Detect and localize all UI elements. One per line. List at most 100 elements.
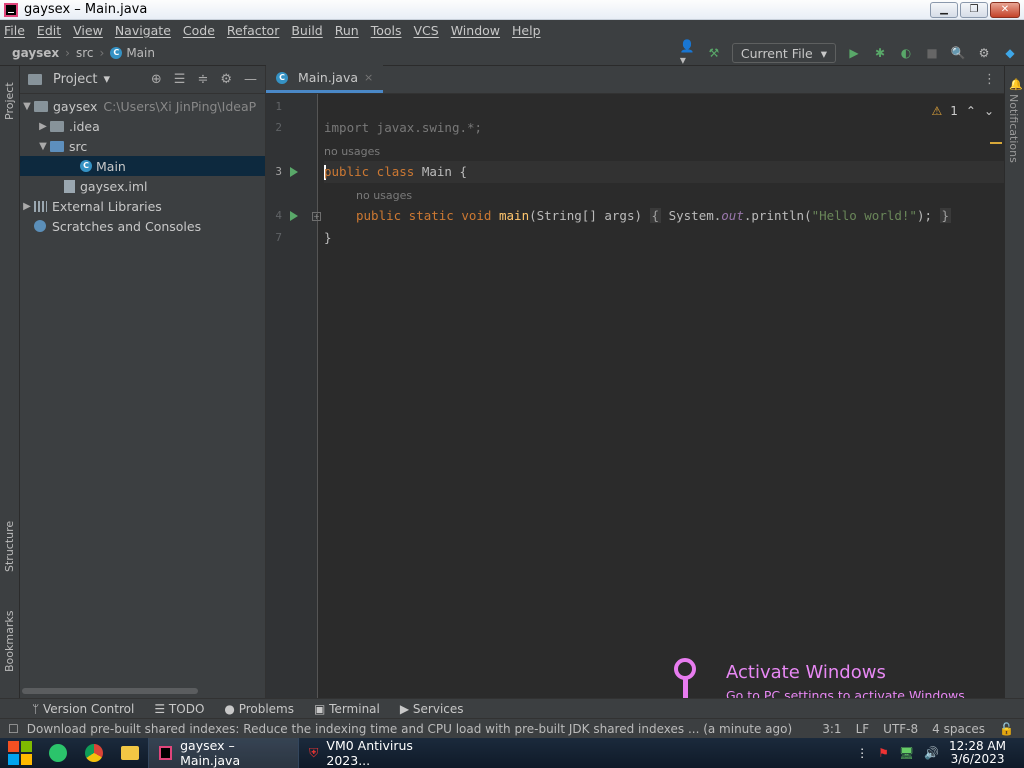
usage-hint[interactable]: no usages (356, 189, 412, 202)
hide-minus-icon[interactable]: — (244, 72, 257, 87)
menu-refactor[interactable]: Refactor (227, 23, 279, 38)
search-icon[interactable]: 🔍 (950, 45, 966, 61)
problems-tool[interactable]: ● Problems (224, 702, 294, 716)
todo-tool[interactable]: ☰ TODO (154, 702, 204, 716)
module-file-icon (64, 179, 75, 193)
chrome-icon[interactable] (76, 738, 112, 768)
file-encoding[interactable]: UTF-8 (883, 722, 918, 736)
fold-expand-icon[interactable]: + (312, 212, 321, 221)
coverage-icon[interactable]: ◐ (898, 45, 914, 61)
menu-window[interactable]: Window (451, 23, 500, 38)
more-vertical-icon[interactable]: ⋮ (856, 746, 868, 760)
bookmarks-tool-tab[interactable]: Bookmarks (3, 611, 16, 672)
chevron-down-icon[interactable]: ▼ (36, 141, 50, 152)
tree-item-idea[interactable]: ▶ .idea (20, 116, 265, 136)
more-vertical-icon[interactable]: ⋮ (975, 72, 1004, 93)
breadcrumb-separator: › (99, 45, 105, 60)
window-controls: ▁ ❐ ✕ (930, 2, 1020, 18)
run-gutter-icon[interactable] (290, 167, 298, 177)
chevron-down-icon[interactable]: ▾ (103, 72, 110, 87)
menu-navigate[interactable]: Navigate (115, 23, 171, 38)
collapse-all-icon[interactable]: ≑ (197, 72, 208, 87)
close-tab-icon[interactable]: × (364, 71, 373, 84)
user-icon[interactable]: 👤▾ (680, 39, 696, 67)
close-button[interactable]: ✕ (990, 2, 1020, 18)
stop-icon[interactable]: ■ (924, 45, 940, 61)
chevron-down-icon[interactable]: ▼ (20, 101, 34, 112)
inspection-widget[interactable]: ⚠ 1 ⌃ ⌄ (931, 104, 994, 118)
breadcrumb-project[interactable]: gaysex (12, 46, 59, 60)
usage-hint[interactable]: no usages (324, 145, 380, 158)
tree-item-src[interactable]: ▼ src (20, 136, 265, 156)
activate-title: Activate Windows (726, 662, 886, 683)
tree-item-scratches[interactable]: Scratches and Consoles (20, 216, 265, 236)
chevron-right-icon[interactable]: ▶ (36, 121, 50, 132)
caret-position[interactable]: 3:1 (822, 722, 841, 736)
volume-icon[interactable]: 🔊 (924, 746, 939, 760)
app-green-icon[interactable] (40, 738, 76, 768)
lock-icon[interactable]: 🔓 (999, 722, 1014, 736)
tree-item-iml[interactable]: gaysex.iml (20, 176, 265, 196)
minimize-button[interactable]: ▁ (930, 2, 958, 18)
line-separator[interactable]: LF (856, 722, 870, 736)
run-configuration-dropdown[interactable]: Current File ▾ (731, 43, 836, 63)
file-explorer-icon[interactable] (112, 738, 148, 768)
breadcrumb-file[interactable]: Main (126, 46, 155, 60)
locate-target-icon[interactable]: ⊕ (151, 72, 162, 87)
flag-icon[interactable]: ⚑ (878, 746, 889, 760)
run-gutter-icon[interactable] (290, 211, 298, 221)
main-toolbar: 👤▾ ⚒ Current File ▾ ▶ ✱ ◐ ■ 🔍 ⚙ ◆ (680, 39, 1018, 67)
terminal-tool[interactable]: ▣ Terminal (314, 702, 380, 716)
warning-stripe-marker[interactable] (990, 142, 1002, 144)
tree-item-external-libraries[interactable]: ▶ External Libraries (20, 196, 265, 216)
maximize-button[interactable]: ❐ (960, 2, 988, 18)
tab-main-java[interactable]: C Main.java × (266, 65, 384, 93)
menu-run[interactable]: Run (335, 23, 359, 38)
system-tray: ⋮ ⚑ 🖥 🔊 12:28 AM 3/6/2023 (856, 740, 1024, 766)
menu-help[interactable]: Help (512, 23, 541, 38)
version-control-tool[interactable]: ᛘ Version Control (32, 702, 134, 716)
menu-vcs[interactable]: VCS (414, 23, 439, 38)
menu-edit[interactable]: Edit (37, 23, 61, 38)
taskbar-task-antivirus[interactable]: ⛨ VM0 Antivirus 2023... (298, 738, 448, 768)
project-panel-title[interactable]: Project (53, 72, 97, 87)
tree-item-label: gaysex.iml (80, 178, 148, 194)
breadcrumb-folder[interactable]: src (76, 46, 94, 60)
tree-item-main[interactable]: C Main (20, 156, 265, 176)
services-tool[interactable]: ▶ Services (400, 702, 464, 716)
project-tool-tab[interactable]: Project (3, 82, 16, 120)
chevron-right-icon[interactable]: ▶ (20, 201, 34, 212)
status-message[interactable]: Download pre-built shared indexes: Reduc… (19, 722, 822, 736)
gear-icon[interactable]: ⚙ (220, 72, 232, 87)
expand-all-icon[interactable]: ☰ (174, 72, 186, 87)
menu-file[interactable]: File (4, 23, 25, 38)
activate-windows-watermark: Activate Windows Go to PC settings to ac… (670, 656, 1000, 704)
structure-tool-tab[interactable]: Structure (3, 521, 16, 572)
tree-item-project-root[interactable]: ▼ gaysex C:\Users\Xi JinPing\IdeaP (20, 96, 265, 116)
bell-icon[interactable]: 🔔 (1009, 78, 1023, 91)
window-titlebar: gaysex – Main.java ▁ ❐ ✕ (0, 0, 1024, 20)
run-icon[interactable]: ▶ (846, 45, 862, 61)
tree-item-label: External Libraries (52, 198, 162, 214)
menu-code[interactable]: Code (183, 23, 215, 38)
menu-build[interactable]: Build (291, 23, 322, 38)
jetbrains-logo-icon[interactable]: ◆ (1002, 45, 1018, 61)
menu-view[interactable]: View (73, 23, 103, 38)
indent-setting[interactable]: 4 spaces (932, 722, 985, 736)
navigation-bar: gaysex › src › C Main 👤▾ ⚒ Current File … (0, 39, 1024, 67)
notifications-tool-tab[interactable]: Notifications (1007, 94, 1020, 163)
chevron-up-icon[interactable]: ⌃ (966, 104, 976, 118)
start-button[interactable] (0, 738, 40, 768)
chevron-down-icon[interactable]: ⌄ (984, 104, 994, 118)
clock[interactable]: 12:28 AM 3/6/2023 (949, 740, 1006, 766)
horizontal-scrollbar[interactable] (22, 688, 198, 694)
debug-bug-icon[interactable]: ✱ (872, 45, 888, 61)
taskbar-task-intellij[interactable]: gaysex – Main.java (148, 738, 298, 768)
gear-icon[interactable]: ⚙ (976, 45, 992, 61)
menu-tools[interactable]: Tools (371, 23, 402, 38)
class-icon: C (110, 46, 123, 59)
status-square-icon[interactable]: ☐ (0, 722, 19, 736)
build-hammer-icon[interactable]: ⚒ (706, 45, 722, 61)
network-icon[interactable]: 🖥 (899, 746, 914, 760)
code-editor[interactable]: import javax.swing.*; no usages public c… (324, 94, 1004, 698)
